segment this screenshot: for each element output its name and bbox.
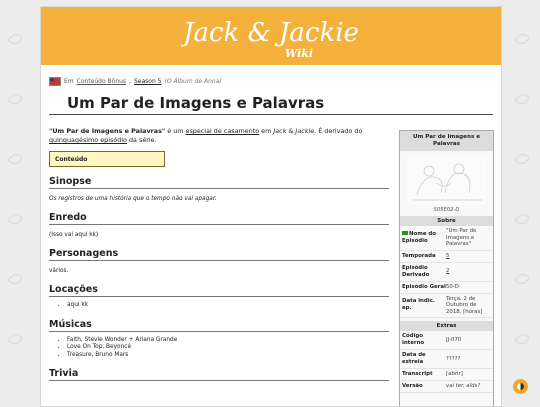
- section-musicas: Músicas Faith, Stevie Wonder + Ariana Gr…: [49, 319, 389, 360]
- title-divider: [49, 114, 493, 115]
- infobox-caption: S05E02-D: [433, 207, 460, 213]
- section-locacoes: Locações aqui kk: [49, 284, 389, 310]
- infobox-value: JJ-070: [446, 336, 462, 343]
- wiki-logo[interactable]: Jack & Jackie Wiki: [181, 11, 361, 61]
- section-trivia: Trivia: [49, 368, 389, 381]
- section-heading: Locações: [49, 284, 389, 297]
- section-heading: Enredo: [49, 212, 389, 225]
- infobox-value: 50-D: [446, 283, 459, 290]
- link-especial-casamento[interactable]: especial de casamento: [186, 127, 260, 135]
- intro-text-2: em: [259, 127, 274, 135]
- section-heading: Sinopse: [49, 176, 389, 189]
- infobox-row: Episódio Derivado 2: [400, 263, 493, 282]
- infobox-row: Data de estreia ?????: [400, 350, 493, 369]
- section-text: (Isso vai aqui kk): [49, 232, 99, 238]
- breadcrumb-season-link[interactable]: Season 5: [134, 78, 162, 85]
- section-heading: Personagens: [49, 248, 389, 261]
- infobox-transcript-link[interactable]: [abrir]: [446, 371, 491, 378]
- toc-label: Conteúdo: [55, 155, 88, 163]
- infobox-sobre-heading: Sobre: [400, 216, 493, 226]
- infobox-value-link[interactable]: 2: [446, 268, 491, 275]
- locacoes-list: aqui kk: [49, 302, 389, 310]
- logo-text: Jack & Jackie: [181, 18, 359, 48]
- infobox-key: Código interno: [402, 333, 425, 346]
- logo-subtext: Wiki: [285, 47, 313, 60]
- intro-paragraph: "Um Par de Imagens e Palavras" é um espe…: [49, 127, 389, 145]
- link-quinquagesimo-episodio[interactable]: quinquagésimo episódio: [49, 136, 127, 144]
- sketch-image: [411, 163, 482, 201]
- infobox-key: Episódio Geral: [402, 283, 446, 290]
- breadcrumb-category-link[interactable]: Conteúdo Bônus: [77, 78, 126, 85]
- page-container: Jack & Jackie Wiki Em Conteúdo Bônus, Se…: [40, 6, 502, 407]
- infobox-value: vai ter, aîds?: [446, 383, 481, 390]
- page-title: Um Par de Imagens e Palavras: [67, 94, 325, 112]
- infobox-row: Versão vai ter, aîds?: [400, 381, 493, 393]
- theme-toggle-button[interactable]: [513, 379, 528, 394]
- infobox-key: Data de estreia: [402, 352, 426, 365]
- intro-text-1: é um: [165, 127, 186, 135]
- intro-text-4: da série.: [126, 136, 157, 144]
- infobox-extras-heading: Extras: [400, 321, 493, 331]
- breadcrumb-prefix: Em: [64, 78, 74, 85]
- flag-icon: [49, 77, 61, 86]
- infobox-value: Terça, 2 de Outubro de 2018, [horas]: [446, 295, 483, 315]
- infobox-value: "Um Par de Imagens e Palavras": [446, 228, 477, 247]
- breadcrumb-separator: ,: [129, 78, 131, 85]
- breadcrumb: Em Conteúdo Bônus, Season 5 (O Álbum de …: [49, 77, 493, 86]
- infobox-row: Código interno JJ-070: [400, 331, 493, 350]
- infobox-image[interactable]: [406, 155, 487, 205]
- infobox-key: Temporada: [402, 252, 436, 259]
- contrast-icon: [517, 383, 524, 390]
- infobox-value: ?????: [446, 355, 461, 362]
- infobox-key: Episódio Derivado: [402, 264, 430, 278]
- infobox-row: Episódio Geral 50-D: [400, 282, 493, 294]
- musicas-list: Faith, Stevie Wonder + Ariana Grande Lov…: [49, 337, 389, 360]
- section-sinopse: Sinopse Os registros de uma história que…: [49, 176, 389, 203]
- infobox: Um Par de Imagens e Palavras S05E02-D So…: [399, 130, 494, 406]
- wiki-banner[interactable]: Jack & Jackie Wiki: [41, 7, 501, 65]
- breadcrumb-extra: (O Álbum de Anna): [164, 78, 222, 85]
- article-body: "Um Par de Imagens e Palavras" é um espe…: [49, 127, 389, 381]
- list-item: Love On Top, Beyoncé: [67, 344, 389, 352]
- intro-text-3: . É derivado do: [314, 127, 363, 135]
- table-of-contents[interactable]: Conteúdo: [49, 151, 165, 167]
- infobox-key: Versão: [402, 383, 423, 389]
- section-enredo: Enredo (Isso vai aqui kk): [49, 212, 389, 239]
- flag-icon: [402, 231, 408, 236]
- intro-italic-show: Jack & Jackie: [273, 127, 315, 135]
- list-item: Treasure, Bruno Mars: [67, 352, 389, 360]
- list-item: aqui kk: [67, 302, 389, 310]
- infobox-row: Data indic. ep. Terça, 2 de Outubro de 2…: [400, 294, 493, 318]
- infobox-row: Nome do Episódio "Um Par de Imagens e Pa…: [400, 226, 493, 251]
- section-personagens: Personagens vários.: [49, 248, 389, 275]
- infobox-row: Temporada 5: [400, 251, 493, 263]
- section-heading: Músicas: [49, 319, 389, 332]
- infobox-key: Transcript: [402, 371, 433, 377]
- intro-bold-title: "Um Par de Imagens e Palavras": [49, 127, 166, 135]
- section-heading: Trivia: [49, 368, 389, 381]
- infobox-key: Data indic. ep.: [402, 298, 435, 312]
- list-item: Faith, Stevie Wonder + Ariana Grande: [67, 337, 389, 345]
- section-text: Os registros de uma história que o tempo…: [49, 196, 217, 202]
- infobox-title: Um Par de Imagens e Palavras: [400, 131, 493, 151]
- infobox-row: Transcript [abrir]: [400, 369, 493, 381]
- section-text: vários.: [49, 268, 69, 274]
- infobox-value-link[interactable]: 5: [446, 253, 491, 260]
